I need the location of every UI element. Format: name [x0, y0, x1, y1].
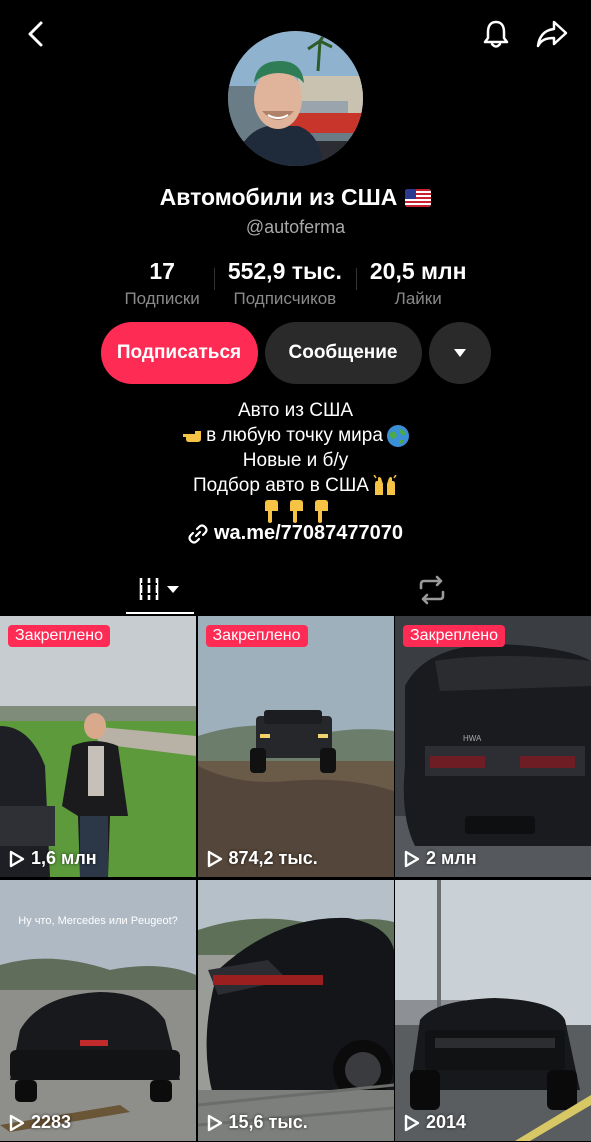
display-name: Автомобили из США: [159, 184, 398, 210]
video-caption-overlay: Ну что, Mercedes или Peugeot?: [18, 915, 178, 927]
view-count: 15,6 тыс.: [207, 1112, 308, 1133]
bio-line: в любую точку мира: [206, 425, 383, 446]
bio-line: Подбор авто в США: [193, 475, 369, 496]
pointing-down-icon: [264, 499, 278, 523]
globe-icon: [386, 424, 409, 447]
share-button[interactable]: [532, 14, 572, 54]
view-count-text: 2014: [426, 1112, 467, 1132]
video-thumbnail: [197, 880, 394, 1141]
chevron-left-icon: [28, 21, 43, 47]
play-icon: [404, 1114, 420, 1131]
video-thumbnail: [197, 616, 394, 877]
play-icon: [9, 1114, 25, 1131]
bell-icon: [483, 20, 509, 48]
link-icon: [188, 523, 208, 544]
bio-line: Авто из США: [237, 400, 354, 421]
stat-followers[interactable]: 552,9 тыс. Подписчиков: [213, 258, 356, 309]
view-count-text: 2 млн: [426, 848, 477, 868]
notifications-button[interactable]: [476, 14, 516, 54]
video-tile[interactable]: 2014: [395, 880, 591, 1141]
view-count-text: 1,6 млн: [31, 848, 97, 868]
bio-line: Новые и б/у: [242, 450, 349, 471]
video-thumbnail: HWA: [395, 616, 591, 877]
video-tile[interactable]: 15,6 тыс.: [197, 880, 394, 1141]
play-icon: [9, 850, 25, 867]
stat-label: Подписки: [124, 289, 200, 308]
video-tile[interactable]: HWA Закреплено 2 млн: [395, 616, 591, 877]
view-count: 2 млн: [404, 848, 477, 869]
grid-icon: [139, 578, 179, 600]
back-button[interactable]: [16, 14, 56, 54]
view-count-text: 874,2 тыс.: [228, 848, 318, 868]
stat-label: Подписчиков: [233, 289, 337, 308]
video-tile[interactable]: Ну что, Mercedes или Peugeot? 2283: [0, 880, 196, 1141]
video-grid: Закреплено 1,6 млн Закреплено 874,2 тыс.: [0, 616, 591, 1142]
pinned-badge: Закреплено: [403, 625, 505, 647]
more-options-button[interactable]: [428, 322, 491, 384]
view-count: 1,6 млн: [9, 848, 97, 869]
play-icon: [207, 1114, 222, 1131]
video-tile[interactable]: Закреплено 874,2 тыс.: [197, 616, 394, 877]
view-count: 874,2 тыс.: [207, 848, 318, 869]
stat-likes[interactable]: 20,5 млн Лайки: [355, 258, 481, 309]
video-thumbnail: [395, 880, 591, 1141]
pointing-right-icon: [183, 430, 202, 442]
stat-following[interactable]: 17 Подписки: [110, 258, 213, 309]
repost-icon: [419, 575, 445, 605]
bio-link[interactable]: wa.me/77087477070: [0, 522, 591, 545]
stat-value: 552,9 тыс.: [227, 258, 342, 284]
subscribe-button[interactable]: Подписаться: [100, 322, 258, 384]
stat-value: 20,5 млн: [369, 258, 467, 284]
bio: Авто из США в любую точку мира Новые и б…: [0, 398, 591, 523]
pointing-down-icon: [314, 499, 328, 523]
bio-link-text: wa.me/77087477070: [213, 522, 404, 544]
svg-text:HWA: HWA: [463, 734, 482, 743]
pointing-down-row: [0, 498, 591, 523]
message-button[interactable]: Сообщение: [264, 322, 422, 384]
view-count: 2283: [9, 1112, 71, 1133]
content-tabs: [0, 566, 591, 614]
share-arrow-icon: [536, 20, 568, 48]
tab-reposts[interactable]: [398, 566, 466, 614]
profile-stats: 17 Подписки 552,9 тыс. Подписчиков 20,5 …: [0, 258, 591, 309]
view-count-text: 15,6 тыс.: [228, 1112, 308, 1132]
profile-name-row: Автомобили из США: [0, 184, 591, 211]
stat-label: Лайки: [394, 289, 442, 308]
tab-videos[interactable]: [126, 566, 194, 614]
play-icon: [404, 850, 420, 867]
username: @autoferma: [245, 217, 346, 237]
caret-down-icon: [453, 349, 466, 357]
play-icon: [207, 850, 222, 867]
avatar[interactable]: [228, 31, 363, 166]
raised-hands-icon: [373, 474, 397, 495]
view-count-text: 2283: [31, 1112, 72, 1132]
pointing-down-icon: [289, 499, 303, 523]
pinned-badge: Закреплено: [8, 625, 110, 647]
video-tile[interactable]: Закреплено 1,6 млн: [0, 616, 196, 877]
video-thumbnail: [0, 616, 196, 877]
view-count: 2014: [404, 1112, 466, 1133]
profile-actions: Подписаться Сообщение: [0, 322, 591, 384]
pinned-badge: Закреплено: [205, 625, 308, 647]
stat-value: 17: [149, 258, 175, 284]
us-flag-icon: [405, 188, 432, 207]
